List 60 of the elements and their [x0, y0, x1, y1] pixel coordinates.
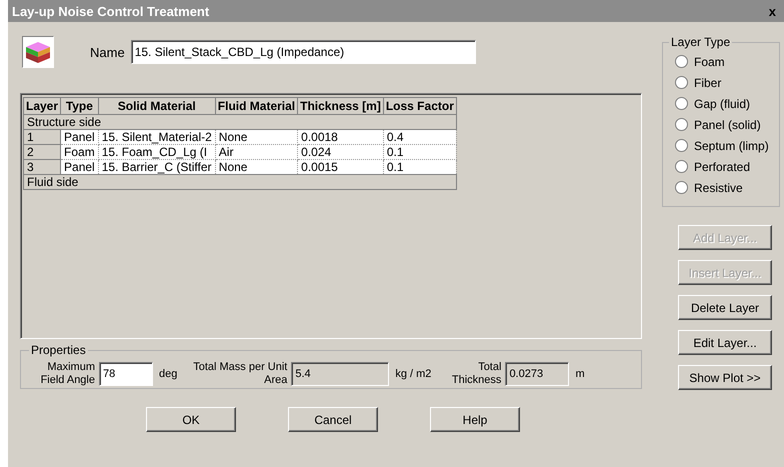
option-label[interactable]: Resistive: [694, 180, 743, 194]
section-row: Fluid side: [24, 174, 456, 190]
radio-button[interactable]: [675, 76, 688, 89]
table-cell: 15. Barrier_C (Stiffer: [98, 160, 216, 174]
column-header[interactable]: Type: [60, 98, 98, 114]
table-cell: 3: [24, 160, 61, 174]
group-title: Properties: [30, 343, 87, 357]
column-header[interactable]: Fluid Material: [215, 98, 298, 114]
unit-label: deg: [159, 368, 178, 380]
option-label[interactable]: Gap (fluid): [694, 96, 750, 110]
dialog-button[interactable]: OK: [146, 407, 236, 432]
table-cell: Foam: [60, 144, 98, 160]
radio-button[interactable]: [675, 181, 688, 194]
input-field[interactable]: 78: [99, 362, 153, 386]
column-header[interactable]: Thickness [m]: [298, 98, 384, 114]
table-cell: 0.1: [383, 160, 456, 174]
radio-button[interactable]: [675, 160, 688, 173]
dialog-button[interactable]: Help: [430, 407, 520, 432]
column-header[interactable]: Layer: [24, 98, 61, 114]
table-cell: None: [215, 160, 298, 174]
table-cell: 15. Silent_Material-2: [98, 130, 216, 144]
layer-button[interactable]: Show Plot >>: [678, 365, 772, 390]
dialog-button[interactable]: Cancel: [288, 407, 378, 432]
layers-icon: [22, 36, 54, 68]
table-cell: 15. Foam_CD_Lg (I: [98, 144, 216, 160]
table-cell: Panel: [60, 160, 98, 174]
radio-button[interactable]: [675, 55, 688, 68]
column-header[interactable]: Loss Factor: [383, 98, 456, 114]
option-label[interactable]: Foam: [694, 54, 725, 68]
table-cell: 0.024: [298, 144, 384, 160]
radio-button[interactable]: [675, 139, 688, 152]
table-cell: Air: [215, 144, 298, 160]
name-field[interactable]: 15. Silent_Stack_CBD_Lg (Impedance): [130, 40, 476, 64]
table-cell: None: [215, 130, 298, 144]
radio-button[interactable]: [675, 97, 688, 110]
unit-label: m: [575, 368, 585, 380]
column-header[interactable]: Solid Material: [98, 98, 216, 114]
option-label[interactable]: Perforated: [694, 160, 750, 174]
field-label: Maximum Field Angle: [40, 361, 95, 387]
option-label[interactable]: Panel (solid): [694, 118, 761, 132]
group-title: Layer Type: [670, 35, 732, 49]
layer-button[interactable]: Edit Layer...: [678, 330, 772, 355]
option-label[interactable]: Fiber: [694, 76, 722, 90]
close-button[interactable]: x: [766, 4, 778, 18]
table-cell: 0.4: [383, 130, 456, 144]
unit-label: kg / m2: [395, 368, 432, 380]
table-cell: 1: [24, 130, 61, 144]
field-label: Total Mass per Unit Area: [192, 361, 288, 387]
table-cell: 0.0015: [298, 160, 384, 174]
option-label[interactable]: Septum (limp): [694, 138, 769, 152]
window-title: Lay-up Noise Control Treatment: [12, 4, 210, 18]
field-label: Total Thickness: [450, 361, 502, 387]
radio-button[interactable]: [675, 118, 688, 131]
table-cell: 0.1: [383, 144, 456, 160]
table-cell: 2: [24, 144, 61, 160]
layer-button[interactable]: Delete Layer: [678, 295, 772, 320]
section-row: Structure side: [24, 114, 456, 130]
table-cell: Panel: [60, 130, 98, 144]
table-cell: 0.0018: [298, 130, 384, 144]
name-label: Name: [90, 44, 125, 60]
